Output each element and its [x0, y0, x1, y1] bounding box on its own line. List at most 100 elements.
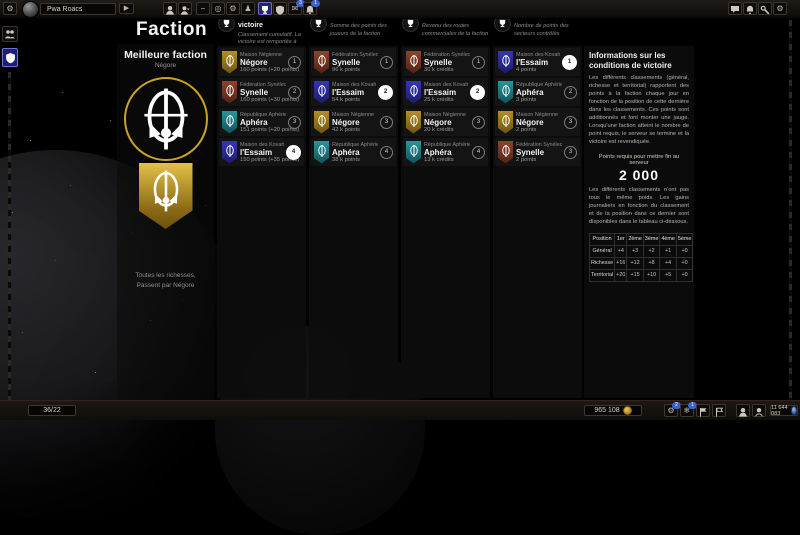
- bottom-bar: 36/22 965 108 ⚙ 2 ❄ 1 11 644 083: [0, 400, 800, 420]
- faction-score: 38 k points: [332, 157, 378, 163]
- best-faction-panel: Meilleure faction Négore Toutes les rich…: [117, 44, 214, 400]
- wrench-icon[interactable]: [758, 2, 772, 15]
- sidebar-item-faction[interactable]: [2, 48, 18, 67]
- person-down-icon[interactable]: [178, 2, 192, 15]
- location-field[interactable]: Pwa Roacs: [40, 3, 116, 15]
- column-description: Nombre de points des secteurs contrôlés: [514, 23, 581, 38]
- rank-badge: 2: [378, 85, 393, 100]
- faction-score: 3 points: [516, 97, 562, 103]
- gear-icon[interactable]: ⚙ 2: [664, 404, 678, 417]
- faction-rank-row[interactable]: Maison des Kovahkash l'Essaim 54 k point…: [311, 78, 396, 106]
- faction-score: 4 points: [516, 67, 560, 73]
- faction-name: Synelle: [332, 58, 378, 67]
- gear-icon[interactable]: ⚙: [226, 2, 240, 15]
- faction-score: 151 points (+20 points): [240, 127, 286, 133]
- points-required-value: 2 000: [589, 167, 689, 183]
- person-icon[interactable]: [752, 404, 766, 417]
- faction-name: Négore: [424, 118, 470, 127]
- faction-score: 25 k crédits: [424, 97, 468, 103]
- faction-banner-icon: [314, 141, 329, 164]
- faction-name: l'Essaim: [516, 58, 560, 67]
- faction-rank-row[interactable]: Maison des Kovahkash l'Essaim 4 points 1: [495, 48, 580, 76]
- faction-banner-icon: [406, 141, 421, 164]
- faction-name: Aphéra: [332, 148, 378, 157]
- faction-rank-row[interactable]: République Aphérienne Aphéra 3 points 2: [495, 78, 580, 106]
- location-label: Pwa Roacs: [47, 6, 82, 13]
- table-row: Territorial +20 +15 +10 +5 +0: [590, 269, 693, 281]
- faction-name: Négore: [516, 118, 562, 127]
- rank-badge: 1: [380, 56, 393, 69]
- ranking-column-wealth: Richesse Revenu des routes commerciales …: [401, 12, 490, 398]
- faction-score: 2 points: [516, 157, 562, 163]
- faction-rank-row[interactable]: Fédération Synélectique Synelle 160 poin…: [219, 78, 304, 106]
- faction-house: Maison Négienne: [240, 52, 286, 58]
- bell-icon[interactable]: [743, 2, 757, 15]
- best-faction-title: Meilleure faction: [117, 49, 214, 61]
- points-required-label: Points requis pour mettre fin au serveur: [589, 154, 689, 166]
- faction-rank-row[interactable]: Maison Négienne Négore 42 k points 3: [311, 108, 396, 136]
- faction-rank-row[interactable]: Maison des Kovahkash l'Essaim 150 points…: [219, 138, 304, 166]
- shield-icon[interactable]: [273, 2, 287, 15]
- faction-house: Maison Négienne: [332, 112, 378, 118]
- faction-name: l'Essaim: [424, 88, 468, 97]
- top-bar: ⚙ Pwa Roacs ▶ − ◎ ⚙ ♟ ✉ 3 1 ⚙: [0, 0, 800, 19]
- person-icon[interactable]: [736, 404, 750, 417]
- faction-house: Fédération Synélectique: [240, 82, 286, 88]
- faction-rank-row[interactable]: Fédération Synélectique Synelle 2 points…: [495, 138, 580, 166]
- rank-badge: 2: [470, 85, 485, 100]
- flag-icon[interactable]: [712, 404, 726, 417]
- play-icon[interactable]: ▶: [119, 3, 134, 14]
- faction-rank-row[interactable]: Maison Négienne Négore 2 points 3: [495, 108, 580, 136]
- left-chain-decoration: [8, 72, 11, 400]
- sidebar-item-people[interactable]: [2, 26, 18, 42]
- bell-badge: 1: [311, 0, 320, 7]
- rank-badge: 4: [472, 146, 485, 159]
- planet-icon[interactable]: [22, 1, 39, 18]
- faction-score: 20 k crédits: [424, 127, 470, 133]
- faction-rank-row[interactable]: Fédération Synélectique Synelle 96 k poi…: [311, 48, 396, 76]
- ranking-list: Fédération Synélectique Synelle 96 k poi…: [309, 46, 398, 398]
- rank-badge: 1: [472, 56, 485, 69]
- snowflake-icon[interactable]: ❄ 1: [680, 404, 694, 417]
- faction-emblem-icon: [124, 77, 208, 161]
- faction-rank-row[interactable]: Fédération Synélectique Synelle 30 k cré…: [403, 48, 488, 76]
- faction-rank-row[interactable]: République Aphérienne Aphéra 13 k crédit…: [403, 138, 488, 166]
- gear-icon[interactable]: ⚙: [773, 2, 787, 15]
- faction-rank-row[interactable]: République Aphérienne Aphéra 151 points …: [219, 108, 304, 136]
- page-title: Faction: [136, 19, 207, 41]
- faction-rank-row[interactable]: Maison Négienne Négore 20 k crédits 3: [403, 108, 488, 136]
- faction-banner-icon: [498, 81, 513, 104]
- faction-house: Maison Négienne: [424, 112, 470, 118]
- faction-name: Synelle: [424, 58, 470, 67]
- table-row: Général +4 +3 +2 +1 +0: [590, 245, 693, 257]
- faction-banner-icon: [498, 141, 513, 164]
- rank-badge: 1: [288, 56, 301, 69]
- minus-icon[interactable]: −: [196, 2, 210, 15]
- info-paragraph-2: Les différents classements n'ont pas tou…: [589, 187, 689, 227]
- target-icon[interactable]: ◎: [211, 2, 225, 15]
- faction-rank-row[interactable]: République Aphérienne Aphéra 38 k points…: [311, 138, 396, 166]
- faction-banner-icon: [139, 163, 193, 229]
- faction-name: Négore: [240, 58, 286, 67]
- trophy-icon[interactable]: [258, 2, 272, 15]
- faction-rank-row[interactable]: Maison des Kovahkash l'Essaim 25 k crédi…: [403, 78, 488, 106]
- mail-icon[interactable]: ✉ 3: [288, 2, 302, 15]
- faction-rank-row[interactable]: Maison Négienne Négore 160 points (+20 p…: [219, 48, 304, 76]
- faction-name: l'Essaim: [332, 88, 376, 97]
- faction-house: République Aphérienne: [240, 112, 286, 118]
- person-icon[interactable]: [163, 2, 177, 15]
- chat-icon[interactable]: [728, 2, 742, 15]
- energy-orb-icon: [791, 406, 797, 415]
- faction-banner-icon: [222, 81, 237, 104]
- faction-score: 30 k crédits: [424, 67, 470, 73]
- ranking-list: Maison des Kovahkash l'Essaim 4 points 1…: [493, 46, 582, 398]
- right-chain-decoration: [789, 20, 792, 400]
- gear-icon[interactable]: ⚙: [3, 2, 17, 15]
- bell-icon[interactable]: 1: [303, 2, 317, 15]
- faction-score: 42 k points: [332, 127, 378, 133]
- flag-icon[interactable]: [696, 404, 710, 417]
- ranking-list: Maison Négienne Négore 160 points (+20 p…: [217, 46, 306, 398]
- rank-badge: 2: [288, 86, 301, 99]
- faction-banner-icon: [498, 111, 513, 134]
- pawn-icon[interactable]: ♟: [241, 2, 255, 15]
